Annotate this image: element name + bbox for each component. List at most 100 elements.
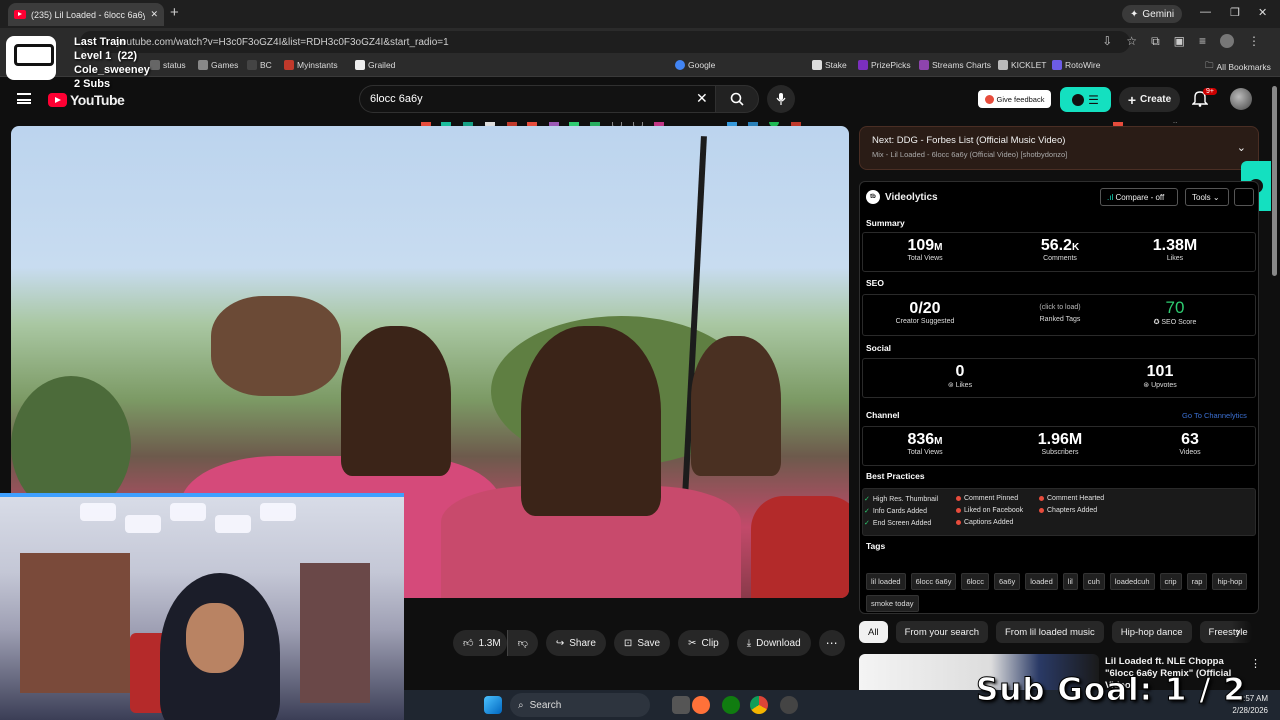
channelytics-link[interactable]: Go To Channelytics	[1182, 411, 1247, 420]
bookmark-kicklet[interactable]: KICKLET	[998, 60, 1046, 70]
webcam-shelf-left	[20, 553, 130, 693]
scrollbar-thumb[interactable]	[1272, 86, 1277, 276]
chip-freestyle[interactable]: Freestyle	[1199, 621, 1252, 643]
bookmark-rotowire[interactable]: RotoWire	[1052, 60, 1100, 70]
windows-start-icon[interactable]	[484, 696, 502, 714]
tag-item[interactable]: lil loaded	[866, 573, 906, 590]
seo-ranked-tags[interactable]: (click to load) Ranked Tags	[1005, 304, 1115, 323]
chips-next-arrow-icon[interactable]: ›	[1236, 624, 1240, 639]
download-button[interactable]: ⤓ Download	[736, 630, 811, 656]
last-train-logo-icon	[6, 36, 56, 80]
gemini-button[interactable]: ✦ Gemini	[1122, 5, 1183, 23]
tag-item[interactable]: lil	[1062, 573, 1078, 590]
next-subtitle: Mix - Lil Loaded - 6locc 6a6y (Official …	[872, 150, 1068, 159]
give-feedback-button[interactable]: Give feedback	[978, 90, 1051, 108]
tag-item[interactable]: 6a6y	[993, 573, 1021, 590]
extensions-icon[interactable]: ⧉	[1151, 34, 1160, 49]
xbox-icon[interactable]	[722, 696, 740, 714]
search-button[interactable]	[715, 85, 759, 113]
bookmark-games[interactable]: Games	[198, 60, 238, 70]
tag-item[interactable]: crip	[1159, 573, 1182, 590]
panel-extra-button[interactable]	[1234, 188, 1254, 206]
browser-tab-strip: (235) Lil Loaded - 6locc 6a6y ✕ + ✦ Gemi…	[0, 0, 1280, 28]
user-avatar[interactable]	[1230, 88, 1252, 110]
video-fist-right	[691, 336, 781, 476]
all-bookmarks-folder[interactable]: 🗀 All Bookmarks	[1205, 60, 1271, 74]
window-close-icon[interactable]: ✕	[1258, 6, 1267, 19]
cross-dot-icon	[956, 508, 961, 513]
page-scrollbar[interactable]	[1272, 86, 1277, 686]
tag-item[interactable]: loaded	[1025, 573, 1058, 590]
profile-avatar[interactable]	[1220, 34, 1234, 48]
chip-all[interactable]: All	[859, 621, 888, 643]
tag-item[interactable]: hip-hop	[1212, 573, 1248, 590]
games-icon	[198, 60, 208, 70]
bookmark-streams-charts[interactable]: Streams Charts	[919, 60, 991, 70]
search-input[interactable]: 6locc 6a6y	[359, 85, 715, 113]
create-button[interactable]: + Create	[1119, 87, 1180, 112]
vidiq-menu-button[interactable]: ☰	[1060, 87, 1111, 112]
voice-search-button[interactable]	[767, 85, 795, 113]
chip-from-search[interactable]: From your search	[895, 621, 988, 643]
more-actions-button[interactable]: ⋯	[818, 630, 845, 656]
youtube-logo[interactable]: YouTube	[48, 92, 125, 108]
save-button[interactable]: ⊡ Save	[613, 630, 671, 656]
webcam-overlay	[0, 493, 404, 720]
tab-close-icon[interactable]: ✕	[150, 9, 158, 20]
bookmark-stake[interactable]: Stake	[812, 60, 847, 70]
videolytics-header: tb Videolytics	[866, 190, 938, 204]
clear-search-icon[interactable]: ✕	[696, 90, 708, 107]
taskbar-search[interactable]: ⌕ Search	[510, 693, 650, 717]
firefox-icon[interactable]	[692, 696, 710, 714]
bookmark-grailed[interactable]: Grailed	[355, 60, 395, 70]
clip-button[interactable]: ✂ Clip	[678, 630, 729, 656]
recommended-more-icon[interactable]: ⋮	[1250, 657, 1261, 670]
app-icon[interactable]	[780, 696, 798, 714]
seo-score[interactable]: 70 ✪ SEO Score	[1120, 298, 1230, 326]
menu-hamburger-icon[interactable]	[17, 93, 31, 104]
seo-creator[interactable]: 0/20 Creator Suggested	[870, 300, 980, 325]
sidepanel-icon[interactable]: ▣	[1174, 34, 1185, 49]
minimize-icon[interactable]: —	[1200, 6, 1211, 18]
dislike-button[interactable]: 👎︎	[506, 630, 538, 656]
tag-item[interactable]: 6locc	[961, 573, 989, 590]
chip-from-lil-loaded[interactable]: From lil loaded music	[996, 621, 1104, 643]
bookmark-status[interactable]: status	[150, 60, 186, 70]
chevron-down-icon[interactable]: ⌄	[1237, 141, 1246, 154]
chip-hip-hop-dance[interactable]: Hip-hop dance	[1111, 621, 1192, 643]
reddit-icon: ⊛	[1143, 382, 1152, 389]
playlist-icon[interactable]: ≡	[1199, 34, 1206, 49]
bp-comment-hearted: Comment Hearted	[1039, 495, 1104, 502]
bookmark-prizepicks[interactable]: PrizePicks	[858, 60, 911, 70]
bookmark-star-icon[interactable]: ☆	[1126, 34, 1137, 49]
maximize-icon[interactable]: ❐	[1230, 6, 1240, 19]
stake-icon	[812, 60, 822, 70]
like-button[interactable]: 👍︎ 1.3M	[453, 630, 507, 656]
summary-likes: 1.38M Likes	[1152, 237, 1198, 262]
bookmark-google[interactable]: Google	[675, 60, 715, 70]
tag-item[interactable]: loadedcuh	[1109, 573, 1155, 590]
bookmark-bc[interactable]: BC	[247, 60, 272, 70]
tag-item[interactable]: 6locc 6a6y	[910, 573, 957, 590]
menu-icon[interactable]: ⋮	[1248, 34, 1260, 49]
share-button[interactable]: ↪ Share	[545, 630, 606, 656]
install-icon[interactable]: ⇩	[1102, 34, 1112, 49]
compare-toggle-button[interactable]: .ıl Compare - off	[1100, 188, 1178, 206]
tab-youtube[interactable]: (235) Lil Loaded - 6locc 6a6y ✕	[8, 3, 164, 26]
chrome-icon[interactable]	[750, 696, 768, 714]
video-actions: 👍︎ 1.3M 👎︎ ↪ Share ⊡ Save ✂ Clip ⤓ Downl…	[453, 630, 845, 656]
tools-dropdown[interactable]: Tools ⌄	[1185, 188, 1229, 206]
task-view-icon[interactable]	[672, 696, 690, 714]
gemini-label: Gemini	[1142, 8, 1175, 20]
social-upvotes: 101 ⊛ Upvotes	[1143, 363, 1177, 389]
bookmark-myinstants[interactable]: Myinstants	[284, 60, 338, 70]
tag-item[interactable]: rap	[1186, 573, 1208, 590]
tag-item[interactable]: smoke today	[866, 595, 919, 612]
stream-username: Cole_sweeney	[74, 64, 150, 76]
tag-item[interactable]: cuh	[1082, 573, 1105, 590]
check-icon: ✓	[864, 520, 870, 527]
level-count: (22)	[117, 50, 137, 62]
url-field[interactable]: youtube.com/watch?v=H3c0F3oGZ4I&list=RDH…	[80, 31, 1130, 53]
new-tab-icon[interactable]: +	[170, 4, 179, 21]
playlist-next-bar[interactable]: Next: DDG - Forbes List (Official Music …	[859, 126, 1259, 170]
